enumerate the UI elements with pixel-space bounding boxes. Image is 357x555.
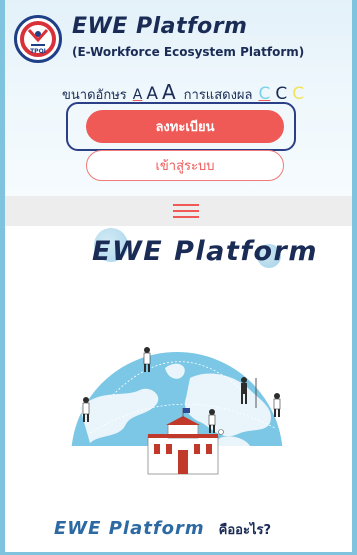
font-size-small-button[interactable]: A — [133, 87, 143, 103]
about-heading: EWE Platform คืออะไร? — [54, 518, 271, 540]
accessibility-controls: ขนาดอักษร A A A การแสดงผล C C C — [62, 80, 304, 104]
svg-text:TPQI: TPQI — [30, 48, 46, 55]
register-button[interactable]: ลงทะเบียน — [86, 110, 284, 143]
hamburger-menu-icon[interactable] — [173, 203, 199, 219]
globe-illustration — [71, 347, 283, 475]
login-button[interactable]: เข้าสู่ระบบ — [86, 150, 284, 181]
brand-subtitle: (E-Workforce Ecosystem Platform) — [72, 45, 305, 59]
brand-title: EWE Platform — [72, 14, 248, 39]
font-size-large-button[interactable]: A — [162, 80, 176, 104]
display-mode-contrast-button[interactable]: C — [292, 84, 304, 104]
hero-title: EWE Platform — [92, 236, 318, 267]
tpqi-logo[interactable]: TPQI — [14, 15, 62, 63]
display-mode-dark-button[interactable]: C — [275, 84, 287, 104]
about-question: คืออะไร? — [218, 523, 272, 538]
about-title: EWE Platform — [54, 518, 205, 539]
display-mode-normal-button[interactable]: C — [259, 84, 271, 104]
font-size-medium-button[interactable]: A — [146, 84, 158, 104]
